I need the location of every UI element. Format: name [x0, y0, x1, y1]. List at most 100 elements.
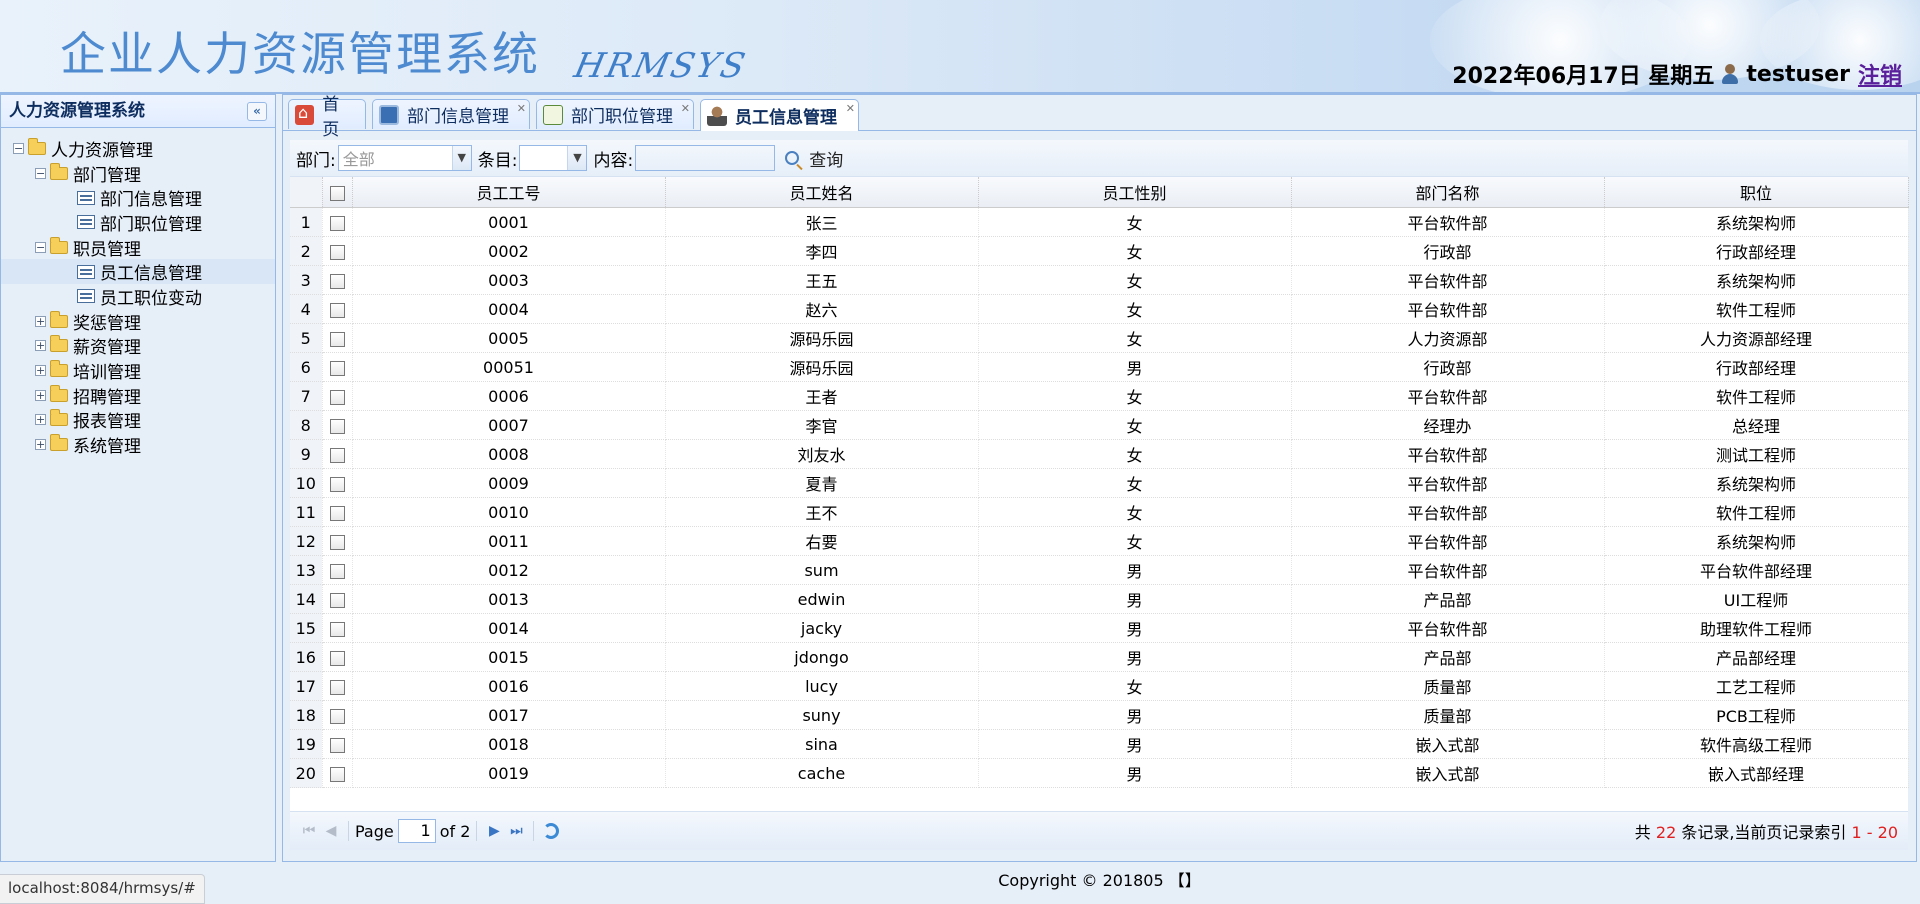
row-checkbox[interactable] — [322, 352, 353, 382]
tree-item[interactable]: 部门信息管理 — [1, 185, 275, 210]
logout-link[interactable]: 注销 — [1858, 58, 1902, 90]
table-row[interactable]: 17 0016 lucy 女质量部 工艺工程师 — [290, 671, 1909, 701]
table-row[interactable]: 12 0011 右要女平台软件部 系统架构师 — [290, 526, 1909, 556]
tab-3[interactable]: 员工信息管理 ✕ — [700, 99, 859, 131]
row-checkbox[interactable] — [322, 497, 353, 527]
row-checkbox[interactable] — [322, 265, 353, 295]
tree-group-3[interactable]: + 薪资管理 — [1, 334, 275, 358]
close-icon[interactable]: ✕ — [681, 102, 690, 115]
tree-group-0[interactable]: − 部门管理 — [1, 161, 275, 186]
tree-group-5[interactable]: + 招聘管理 — [1, 383, 275, 408]
table-row[interactable]: 19 0018 sina 男嵌入式部 软件高级工程师 — [290, 729, 1909, 759]
tree-group-1[interactable]: − 职员管理 — [1, 235, 275, 260]
table-cell: 女 — [978, 439, 1292, 469]
table-row[interactable]: 2 0002 李四女行政部 行政部经理 — [290, 236, 1909, 266]
row-checkbox[interactable] — [322, 468, 353, 498]
dept-select[interactable]: 全部 ▼ — [337, 145, 472, 171]
tree-group-4[interactable]: + 培训管理 — [1, 358, 275, 383]
table-cell: sum — [665, 555, 979, 585]
row-checkbox[interactable] — [322, 613, 353, 643]
column-header[interactable]: 员工姓名 — [665, 177, 979, 208]
column-header[interactable]: 员工工号 — [352, 177, 666, 208]
expand-icon[interactable]: + — [35, 414, 46, 426]
collapse-sidebar-button[interactable]: « — [247, 102, 267, 121]
table-row[interactable]: 5 0005 源码乐园女人力资源部 人力资源部经理 — [290, 323, 1909, 353]
tree-item[interactable]: 员工信息管理 — [1, 259, 275, 284]
row-checkbox[interactable] — [322, 323, 353, 353]
tab-0[interactable]: 首页 — [288, 95, 366, 140]
row-checkbox[interactable] — [322, 555, 353, 585]
table-row[interactable]: 13 0012 sum 男平台软件部 平台软件部经理 — [290, 555, 1909, 585]
next-page-icon[interactable]: ▶ — [483, 820, 505, 842]
table-row[interactable]: 11 0010 王不女平台软件部 软件工程师 — [290, 497, 1909, 527]
table-row[interactable]: 10 0009 夏青女平台软件部 系统架构师 — [290, 468, 1909, 498]
table-row[interactable]: 9 0008 刘友水女平台软件部 测试工程师 — [290, 439, 1909, 469]
tree-item[interactable]: 部门职位管理 — [1, 210, 275, 235]
row-checkbox[interactable] — [322, 671, 353, 701]
table-row[interactable]: 15 0014 jacky 男平台软件部 助理软件工程师 — [290, 613, 1909, 643]
last-page-icon[interactable]: ⏭ — [505, 820, 527, 842]
table-row[interactable]: 8 0007 李官女经理办 总经理 — [290, 410, 1909, 440]
content-input[interactable] — [635, 145, 776, 171]
table-cell: 软件高级工程师 — [1604, 729, 1909, 759]
footer-copyright: Copyright © 201805 【】 — [998, 871, 1201, 890]
row-checkbox[interactable] — [322, 642, 353, 672]
collapse-icon[interactable]: − — [35, 241, 46, 253]
expand-icon[interactable]: + — [35, 389, 46, 401]
chevron-down-icon[interactable]: ▼ — [567, 146, 587, 170]
chevron-down-icon[interactable]: ▼ — [451, 146, 471, 170]
search-button[interactable]: 查询 — [785, 146, 843, 171]
expand-icon[interactable]: + — [35, 315, 46, 327]
expand-icon[interactable]: + — [35, 340, 46, 352]
first-page-icon[interactable]: ⏮ — [298, 820, 320, 842]
prev-page-icon[interactable]: ◀ — [320, 820, 342, 842]
tree-group-6[interactable]: + 报表管理 — [1, 408, 275, 432]
row-checkbox[interactable] — [322, 526, 353, 556]
collapse-icon[interactable]: − — [35, 167, 46, 179]
row-checkbox[interactable] — [322, 439, 353, 469]
column-header[interactable]: 员工性别 — [978, 177, 1292, 208]
collapse-icon[interactable]: − — [13, 142, 24, 154]
tree-root[interactable]: − 人力资源管理 — [1, 136, 275, 161]
item-select[interactable]: ▼ — [519, 145, 588, 171]
column-header[interactable]: 职位 — [1604, 177, 1909, 208]
close-icon[interactable]: ✕ — [846, 102, 855, 115]
close-icon[interactable]: ✕ — [517, 102, 526, 115]
tab-1[interactable]: 部门信息管理 ✕ — [372, 99, 530, 129]
tree-item[interactable]: 员工职位变动 — [1, 284, 275, 309]
row-checkbox[interactable] — [322, 758, 353, 788]
row-checkbox[interactable] — [322, 294, 353, 324]
tree-group-2[interactable]: + 奖惩管理 — [1, 309, 275, 334]
select-all-checkbox[interactable] — [322, 177, 353, 208]
table-cell: 赵六 — [665, 294, 979, 324]
table-row[interactable]: 4 0004 赵六女平台软件部 软件工程师 — [290, 294, 1909, 324]
refresh-button[interactable] — [540, 820, 562, 842]
row-checkbox[interactable] — [322, 584, 353, 614]
table-row[interactable]: 3 0003 王五女平台软件部 系统架构师 — [290, 265, 1909, 295]
table-row[interactable]: 1 0001 张三女平台软件部 系统架构师 — [290, 207, 1909, 237]
row-checkbox[interactable] — [322, 700, 353, 730]
row-checkbox[interactable] — [322, 381, 353, 411]
row-checkbox[interactable] — [322, 236, 353, 266]
row-checkbox[interactable] — [322, 207, 353, 237]
expand-icon[interactable]: + — [35, 365, 46, 377]
table-row[interactable]: 6 00051 源码乐园男行政部 行政部经理 — [290, 352, 1909, 382]
table-row[interactable]: 7 0006 王者女平台软件部 软件工程师 — [290, 381, 1909, 411]
table-row[interactable]: 14 0013 edwin 男产品部 UI工程师 — [290, 584, 1909, 614]
row-checkbox[interactable] — [322, 410, 353, 440]
table-cell: 平台软件部 — [1291, 468, 1605, 498]
table-cell: 0007 — [352, 410, 666, 440]
expand-icon[interactable]: + — [35, 439, 46, 451]
table-row[interactable]: 18 0017 suny 男质量部 PCB工程师 — [290, 700, 1909, 730]
column-header[interactable]: 部门名称 — [1291, 177, 1605, 208]
page-number-input[interactable]: 1 — [397, 819, 436, 843]
table-cell: lucy — [665, 671, 979, 701]
table-cell: 平台软件部 — [1291, 526, 1605, 556]
table-cell: 0012 — [352, 555, 666, 585]
table-row[interactable]: 16 0015 jdongo 男产品部 产品部经理 — [290, 642, 1909, 672]
table-cell: 女 — [978, 410, 1292, 440]
tab-2[interactable]: 部门职位管理 ✕ — [536, 99, 694, 129]
row-checkbox[interactable] — [322, 729, 353, 759]
table-row[interactable]: 20 0019 cache 男嵌入式部 嵌入式部经理 — [290, 758, 1909, 788]
tree-group-7[interactable]: + 系统管理 — [1, 432, 275, 457]
